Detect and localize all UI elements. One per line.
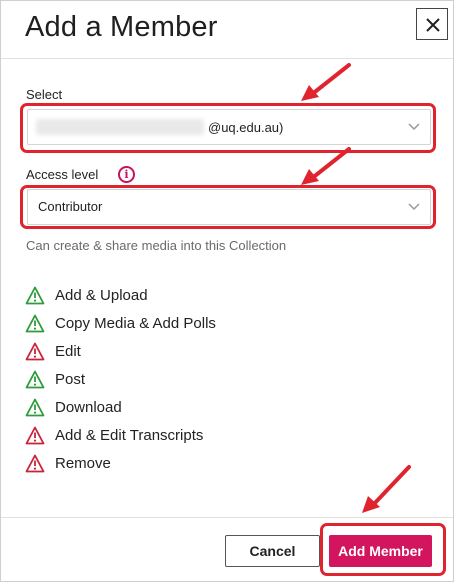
permission-label: Remove [55, 455, 111, 472]
add-member-dialog: Add a Member Select @uq.edu.au) Access l… [0, 0, 454, 582]
footer-divider [1, 517, 453, 518]
select-label: Select [26, 87, 63, 102]
warning-triangle-green-icon [25, 398, 45, 417]
annotation-arrow-icon [362, 465, 411, 513]
access-level-helper: Can create & share media into this Colle… [26, 238, 287, 253]
cancel-button[interactable]: Cancel [225, 535, 320, 567]
warning-triangle-green-icon [25, 286, 45, 305]
permission-label: Download [55, 399, 122, 416]
access-level-label: Access level [26, 167, 99, 182]
permission-label: Add & Upload [55, 287, 148, 304]
info-icon[interactable]: i [118, 166, 135, 183]
permission-label: Edit [55, 343, 81, 360]
dialog-title: Add a Member [25, 11, 218, 43]
permission-label: Add & Edit Transcripts [55, 427, 204, 444]
warning-triangle-red-icon [25, 342, 45, 361]
close-button[interactable] [416, 8, 448, 40]
warning-triangle-red-icon [25, 426, 45, 445]
warning-triangle-green-icon [25, 314, 45, 333]
annotation-arrow-icon [301, 147, 351, 185]
annotation-arrow-icon [301, 63, 351, 101]
annotation-highlight [20, 185, 436, 229]
annotation-highlight [320, 523, 446, 576]
annotation-highlight [20, 103, 436, 153]
permission-label: Copy Media & Add Polls [55, 315, 216, 332]
close-icon [426, 18, 440, 32]
dialog-header: Add a Member [1, 1, 453, 59]
warning-triangle-red-icon [25, 454, 45, 473]
permission-label: Post [55, 371, 86, 388]
warning-triangle-green-icon [25, 370, 45, 389]
